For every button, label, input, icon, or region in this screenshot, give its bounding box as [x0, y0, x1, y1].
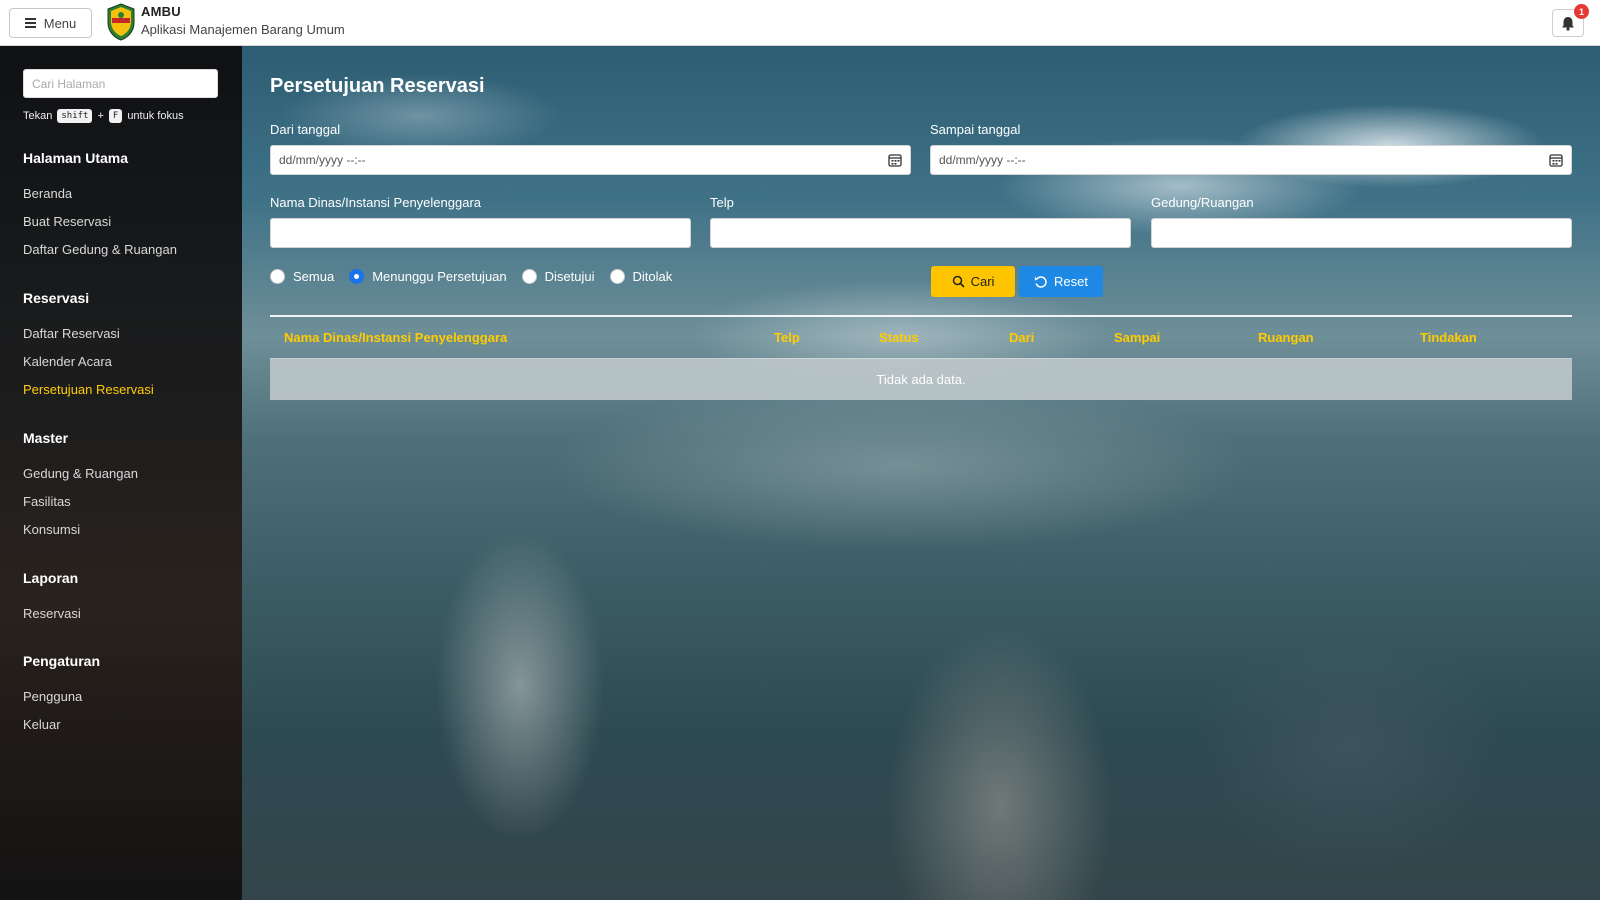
sidebar-item-laporan-reservasi[interactable]: Reservasi [23, 600, 81, 628]
nav-heading: Master [23, 430, 69, 446]
divider [270, 315, 1572, 317]
cari-button[interactable]: Cari [931, 266, 1015, 297]
radio-menunggu-persetujuan[interactable]: Menunggu Persetujuan [349, 269, 507, 284]
status-radio-group: Semua Menunggu Persetujuan Disetujui Dit… [270, 269, 687, 284]
nav-heading: Halaman Utama [23, 150, 129, 166]
sidebar-item-persetujuan-reservasi[interactable]: Persetujuan Reservasi [23, 376, 154, 404]
app-subtitle: Aplikasi Manajemen Barang Umum [141, 22, 345, 37]
column-header-dari[interactable]: Dari [1009, 330, 1034, 345]
calendar-icon[interactable] [888, 153, 902, 167]
nama-instansi-label: Nama Dinas/Instansi Penyelenggara [270, 195, 482, 210]
notification-badge: 1 [1574, 4, 1589, 19]
sidebar-item-kalender-acara[interactable]: Kalender Acara [23, 348, 154, 376]
radio-menunggu-label: Menunggu Persetujuan [372, 269, 507, 284]
shift-key: shift [57, 109, 93, 123]
radio-circle[interactable] [521, 269, 537, 284]
search-hint: Tekan shift + F untuk fokus [23, 109, 184, 123]
top-bar: Menu AMBU Aplikasi Manajemen Barang Umum… [0, 0, 1600, 46]
radio-disetujui[interactable]: Disetujui [521, 269, 595, 284]
calendar-icon[interactable] [1549, 153, 1563, 167]
hint-plus: + [97, 110, 104, 122]
dari-tanggal-input[interactable]: dd/mm/yyyy --:-- [270, 145, 911, 175]
table-empty-row: Tidak ada data. [270, 359, 1572, 400]
telp-input[interactable] [710, 218, 1131, 248]
radio-circle[interactable] [609, 269, 625, 284]
sampai-tanggal-value: dd/mm/yyyy --:-- [939, 153, 1026, 167]
column-header-sampai[interactable]: Sampai [1114, 330, 1160, 345]
sidebar-item-buat-reservasi[interactable]: Buat Reservasi [23, 208, 177, 236]
reset-icon [1034, 275, 1047, 288]
nav-group-pengaturan: Pengaturan Pengguna Keluar [23, 653, 100, 739]
sidebar-item-fasilitas[interactable]: Fasilitas [23, 488, 138, 516]
gedung-ruangan-input[interactable] [1151, 218, 1572, 248]
notification-button[interactable]: 1 [1552, 4, 1589, 37]
app-name: AMBU [141, 4, 181, 19]
column-header-ruangan[interactable]: Ruangan [1258, 330, 1314, 345]
sampai-tanggal-input[interactable]: dd/mm/yyyy --:-- [930, 145, 1572, 175]
cari-button-label: Cari [970, 274, 995, 289]
nav-heading: Reservasi [23, 290, 90, 306]
sidebar-item-gedung-ruangan[interactable]: Gedung & Ruangan [23, 460, 138, 488]
sidebar-item-keluar[interactable]: Keluar [23, 711, 100, 739]
column-header-tindakan: Tindakan [1420, 330, 1477, 345]
nav-heading: Laporan [23, 570, 79, 586]
nav-group-master: Master Gedung & Ruangan Fasilitas Konsum… [23, 430, 138, 544]
nav-group-laporan: Laporan Reservasi [23, 570, 81, 628]
page-title: Persetujuan Reservasi [270, 75, 485, 97]
app-logo [107, 3, 135, 41]
nav-group-reservasi: Reservasi Daftar Reservasi Kalender Acar… [23, 290, 154, 404]
sidebar-item-beranda[interactable]: Beranda [23, 180, 177, 208]
telp-label: Telp [710, 195, 734, 210]
radio-circle-selected[interactable] [349, 269, 365, 284]
reset-button-label: Reset [1054, 274, 1088, 289]
column-header-status[interactable]: Status [879, 330, 919, 345]
nama-instansi-input[interactable] [270, 218, 691, 248]
radio-semua-label: Semua [293, 269, 335, 284]
hint-suffix: untuk fokus [127, 110, 184, 122]
sidebar-item-pengguna[interactable]: Pengguna [23, 683, 100, 711]
reset-button[interactable]: Reset [1019, 266, 1103, 297]
search-icon [952, 275, 965, 288]
radio-disetujui-label: Disetujui [544, 269, 595, 284]
nav-group-halaman-utama: Halaman Utama Beranda Buat Reservasi Daf… [23, 150, 177, 264]
gedung-ruangan-label: Gedung/Ruangan [1151, 195, 1254, 210]
nav-heading: Pengaturan [23, 653, 101, 669]
page-search-input[interactable] [23, 69, 218, 98]
menu-button-label: Menu [43, 15, 77, 31]
radio-semua[interactable]: Semua [270, 269, 334, 284]
table-header: Nama Dinas/Instansi Penyelenggara Telp S… [270, 323, 1572, 353]
menu-button[interactable]: Menu [9, 8, 92, 38]
bell-icon [1562, 16, 1574, 31]
sampai-tanggal-label: Sampai tanggal [930, 122, 1021, 137]
brand: AMBU Aplikasi Manajemen Barang Umum [141, 4, 345, 37]
dari-tanggal-label: Dari tanggal [270, 122, 341, 137]
radio-circle[interactable] [270, 269, 285, 284]
hint-prefix: Tekan [23, 110, 53, 122]
column-header-telp[interactable]: Telp [774, 330, 800, 345]
sidebar-item-daftar-gedung-ruangan[interactable]: Daftar Gedung & Ruangan [23, 236, 177, 264]
hamburger-icon [24, 18, 36, 28]
sidebar-item-konsumsi[interactable]: Konsumsi [23, 516, 138, 544]
dari-tanggal-value: dd/mm/yyyy --:-- [279, 153, 366, 167]
sidebar-item-daftar-reservasi[interactable]: Daftar Reservasi [23, 320, 154, 348]
radio-ditolak[interactable]: Ditolak [609, 269, 673, 284]
column-header-nama-instansi[interactable]: Nama Dinas/Instansi Penyelenggara [284, 330, 507, 345]
sidebar: Tekan shift + F untuk fokus Halaman Utam… [0, 46, 242, 900]
f-key: F [108, 109, 123, 123]
radio-ditolak-label: Ditolak [632, 269, 673, 284]
